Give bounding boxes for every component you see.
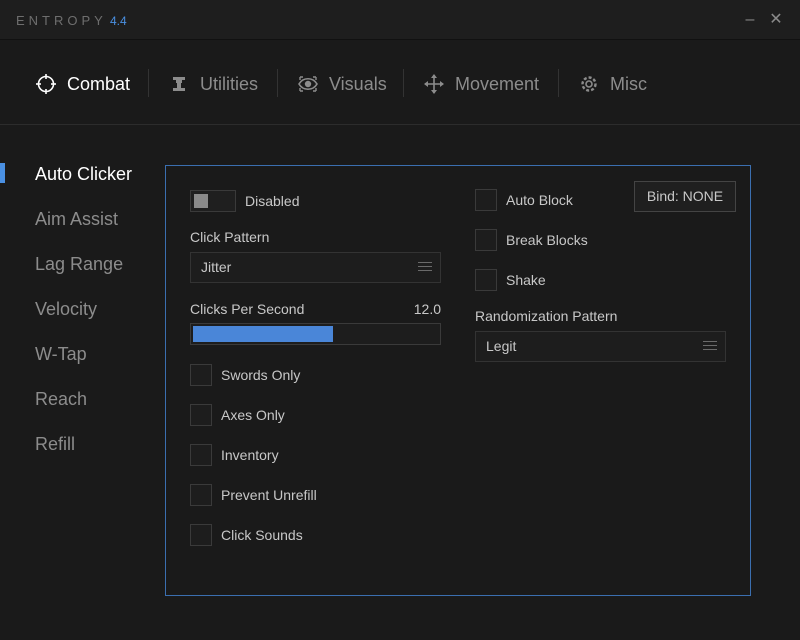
checkbox-label: Inventory	[221, 447, 279, 463]
sidebar-active-indicator	[0, 163, 5, 183]
bind-button[interactable]: Bind: NONE	[634, 181, 736, 212]
close-button[interactable]: ✕	[766, 9, 786, 31]
crosshair-icon	[36, 74, 56, 94]
module-settings-panel: Disabled Click Pattern Jitter Clicks Per…	[165, 165, 751, 596]
sidebar-item-reach[interactable]: Reach	[35, 389, 87, 410]
app-version: 4.4	[110, 14, 127, 28]
checkbox-box	[190, 484, 212, 506]
randomization-pattern-label: Randomization Pattern	[475, 308, 618, 324]
tab-label: Combat	[67, 73, 131, 94]
sidebar-item-w-tap[interactable]: W-Tap	[35, 344, 87, 365]
anvil-icon	[173, 77, 185, 91]
checkbox-swords-only[interactable]: Swords Only	[190, 364, 300, 386]
tab-utilities[interactable]: Utilities	[168, 69, 258, 99]
checkbox-click-sounds[interactable]: Click Sounds	[190, 524, 303, 546]
cps-value: 12.0	[413, 301, 441, 317]
checkbox-label: Swords Only	[221, 367, 301, 383]
checkbox-label: Auto Block	[506, 192, 573, 208]
cps-slider[interactable]	[190, 323, 441, 345]
checkbox-shake[interactable]: Shake	[475, 269, 546, 291]
enable-toggle[interactable]	[190, 190, 236, 212]
menu-icon	[703, 341, 717, 351]
tab-divider	[558, 69, 559, 97]
tab-label: Visuals	[329, 73, 387, 94]
sidebar-item-refill[interactable]: Refill	[35, 434, 75, 455]
menu-icon	[418, 262, 432, 272]
title-bar: ENTROPY 4.4 – ✕	[0, 0, 800, 40]
checkbox-label: Shake	[506, 272, 546, 288]
checkbox-axes-only[interactable]: Axes Only	[190, 404, 285, 426]
click-pattern-label: Click Pattern	[190, 229, 270, 245]
randomization-pattern-value: Legit	[486, 338, 517, 354]
cps-label: Clicks Per Second	[190, 301, 305, 317]
eye-icon	[298, 76, 318, 92]
randomization-pattern-select[interactable]: Legit	[475, 331, 726, 362]
checkbox-auto-block[interactable]: Auto Block	[475, 189, 573, 211]
cps-slider-fill	[193, 326, 333, 342]
checkbox-box	[475, 189, 497, 211]
tab-label: Utilities	[200, 73, 259, 94]
move-arrows-icon	[424, 74, 444, 94]
checkbox-box	[475, 269, 497, 291]
sidebar-item-velocity[interactable]: Velocity	[35, 299, 97, 320]
minimize-icon: –	[745, 11, 755, 28]
tab-divider	[403, 69, 404, 97]
app-title: ENTROPY	[16, 13, 107, 28]
minimize-button[interactable]: –	[740, 9, 760, 31]
checkbox-box	[475, 229, 497, 251]
tab-misc[interactable]: Misc	[578, 69, 647, 99]
checkbox-label: Break Blocks	[506, 232, 588, 248]
tab-movement[interactable]: Movement	[423, 69, 539, 99]
sidebar-item-aim-assist[interactable]: Aim Assist	[35, 209, 118, 230]
checkbox-label: Prevent Unrefill	[221, 487, 317, 503]
tab-combat[interactable]: Combat	[35, 69, 130, 99]
tab-label: Movement	[455, 73, 540, 94]
close-icon: ✕	[769, 11, 783, 28]
checkbox-break-blocks[interactable]: Break Blocks	[475, 229, 588, 251]
sidebar-item-lag-range[interactable]: Lag Range	[35, 254, 123, 275]
tab-label: Misc	[610, 73, 647, 94]
checkbox-label: Axes Only	[221, 407, 285, 423]
checkbox-box	[190, 364, 212, 386]
tab-divider	[148, 69, 149, 97]
checkbox-box	[190, 404, 212, 426]
sidebar-item-auto-clicker[interactable]: Auto Clicker	[35, 164, 132, 185]
toggle-knob	[194, 194, 208, 208]
checkbox-label: Click Sounds	[221, 527, 303, 543]
category-tabs: Combat Utilities Visuals Movement Misc	[0, 41, 800, 125]
checkbox-prevent-unrefill[interactable]: Prevent Unrefill	[190, 484, 317, 506]
cog-icon	[581, 76, 597, 92]
click-pattern-value: Jitter	[201, 259, 232, 275]
enable-toggle-label: Disabled	[245, 193, 300, 209]
tab-visuals[interactable]: Visuals	[297, 69, 387, 99]
click-pattern-select[interactable]: Jitter	[190, 252, 441, 283]
tab-divider	[277, 69, 278, 97]
checkbox-box	[190, 524, 212, 546]
checkbox-box	[190, 444, 212, 466]
checkbox-inventory[interactable]: Inventory	[190, 444, 279, 466]
